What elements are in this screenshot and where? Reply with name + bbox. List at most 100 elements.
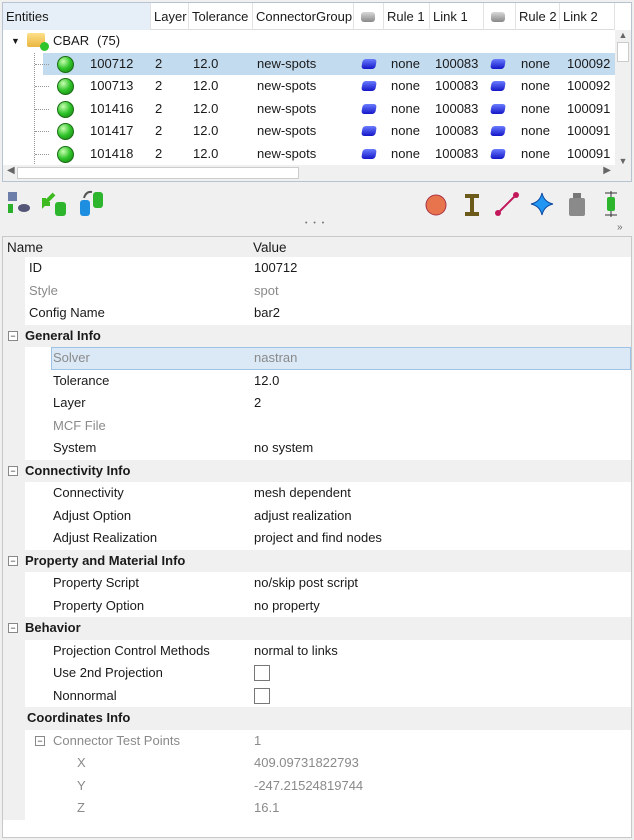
property-value: spot xyxy=(254,282,279,298)
sphere-icon[interactable] xyxy=(424,193,450,219)
category-property-and-material-info[interactable]: − Property and Material Info xyxy=(3,549,631,572)
property-row[interactable]: Projection Control Methods normal to link… xyxy=(3,639,631,663)
property-name: Adjust Realization xyxy=(53,530,158,545)
expand-chevron-icon[interactable]: » xyxy=(617,222,623,233)
star-icon[interactable] xyxy=(529,191,555,217)
blue-cube-icon xyxy=(361,58,377,69)
property-name: Tolerance xyxy=(53,372,110,388)
property-row[interactable]: Z 16.1 xyxy=(3,797,631,820)
property-row[interactable]: Solver nastran xyxy=(3,347,631,370)
status-ok-icon xyxy=(57,123,74,140)
column-header-rule-2[interactable]: Rule 2 xyxy=(516,3,560,30)
category-coordinates-info[interactable]: Coordinates Info xyxy=(3,707,631,730)
property-value[interactable]: no system xyxy=(254,437,313,460)
checkbox[interactable] xyxy=(254,687,270,704)
property-row[interactable]: − Connector Test Points 1 xyxy=(3,729,631,752)
property-row[interactable]: ID 100712 xyxy=(3,257,631,280)
column-header-tolerance[interactable]: Tolerance xyxy=(189,3,253,30)
row-gutter xyxy=(3,572,25,595)
column-header-link-1[interactable]: Link 1 xyxy=(430,3,484,30)
link-icon[interactable] xyxy=(494,191,520,217)
property-row[interactable]: Config Name bar2 xyxy=(3,302,631,325)
find-icon[interactable] xyxy=(6,190,32,216)
property-value[interactable]: 2 xyxy=(254,392,261,415)
tree-group-cbar[interactable]: ▼ CBAR (75) xyxy=(3,30,615,52)
status-dot-icon xyxy=(40,42,49,51)
import-icon[interactable] xyxy=(40,190,66,216)
horizontal-scrollbar[interactable]: ◀ ▶ xyxy=(3,165,631,181)
collapse-icon[interactable]: − xyxy=(35,735,45,746)
group-name: CBAR xyxy=(53,33,90,48)
property-row[interactable]: Layer 2 xyxy=(3,392,631,415)
property-row[interactable]: Nonnormal xyxy=(3,684,631,707)
collapse-icon[interactable]: − xyxy=(8,623,18,633)
checkbox[interactable] xyxy=(254,665,270,681)
table-row[interactable]: 101416 2 12.0 new-spots none 100083 none 100091 xyxy=(3,98,615,120)
property-value[interactable]: 100712 xyxy=(254,257,297,280)
property-value[interactable]: no/skip post script xyxy=(254,572,358,595)
column-header-link-2[interactable]: Link 2 xyxy=(560,3,615,30)
property-row[interactable]: Y -247.21524819744 xyxy=(3,774,631,797)
table-header: Entities Layer Tolerance ConnectorGroup Rule… xyxy=(3,3,615,30)
property-value[interactable]: bar2 xyxy=(254,302,280,325)
vertical-scrollbar[interactable]: ▲ ▼ xyxy=(615,30,631,166)
property-name: MCF File xyxy=(53,417,106,433)
property-row[interactable]: Style spot xyxy=(3,279,631,302)
status-ok-icon xyxy=(57,145,74,163)
splitter-handle[interactable]: • • • xyxy=(305,220,326,227)
cell-rule2: none xyxy=(521,100,550,116)
collapse-icon[interactable]: − xyxy=(8,330,18,341)
property-value[interactable]: mesh dependent xyxy=(254,482,351,505)
property-row[interactable]: System no system xyxy=(3,437,631,460)
property-value[interactable]: project and find nodes xyxy=(254,527,382,550)
row-gutter xyxy=(3,279,25,302)
row-gutter xyxy=(3,392,25,415)
property-row[interactable]: Use 2nd Projection xyxy=(3,662,631,685)
property-row[interactable]: Adjust Realization project and find nodes xyxy=(3,527,631,550)
property-row[interactable]: Tolerance 12.0 xyxy=(3,369,631,393)
blue-cube-icon xyxy=(361,103,377,114)
property-row[interactable]: Adjust Option adjust realization xyxy=(3,504,631,528)
column-header-layer[interactable]: Layer xyxy=(151,3,189,30)
connector-icon[interactable] xyxy=(598,189,624,217)
column-header-rule-1[interactable]: Rule 1 xyxy=(384,3,430,30)
collapse-arrow-icon[interactable]: ▼ xyxy=(11,30,20,52)
tree-connector xyxy=(35,153,49,155)
collapse-icon[interactable]: − xyxy=(8,555,18,566)
cell-tol: 12.0 xyxy=(193,55,219,71)
column-header-connectorgroup[interactable]: ConnectorGroup xyxy=(253,3,354,30)
collapse-icon[interactable]: − xyxy=(8,465,18,476)
property-value[interactable]: adjust realization xyxy=(254,505,352,528)
tree-connector xyxy=(35,108,49,110)
cell-id: 100713 xyxy=(90,78,134,93)
property-value[interactable]: normal to links xyxy=(254,640,338,663)
property-row[interactable]: X 409.09731822793 xyxy=(3,752,631,775)
property-row[interactable]: MCF File xyxy=(3,414,631,437)
blue-cube-icon xyxy=(361,126,377,136)
category-connectivity-info[interactable]: − Connectivity Info xyxy=(3,459,631,482)
row-gutter xyxy=(3,369,25,392)
blue-cube-icon xyxy=(490,103,506,114)
table-row[interactable]: 100712 2 12.0 new-spots none 100083 none 100092 xyxy=(3,52,615,75)
property-row[interactable]: Connectivity mesh dependent xyxy=(3,482,631,505)
export-icon[interactable] xyxy=(78,188,104,216)
table-row[interactable]: 100713 2 12.0 new-spots none 100083 none 100092 xyxy=(3,75,615,97)
cell-rule1: none xyxy=(391,123,420,138)
column-header-icon[interactable] xyxy=(484,3,516,30)
beam-icon[interactable] xyxy=(460,193,486,219)
table-row[interactable]: 101418 2 12.0 new-spots none 100083 none 100091 xyxy=(3,143,615,165)
category-general-info[interactable]: − General Info xyxy=(3,324,631,347)
column-header-entities[interactable]: Entities xyxy=(3,3,151,30)
property-value[interactable]: no property xyxy=(254,595,320,618)
cell-id: 101418 xyxy=(90,145,134,161)
column-header-icon[interactable] xyxy=(354,3,384,30)
property-name: Layer xyxy=(53,395,86,410)
property-value[interactable]: 12.0 xyxy=(254,370,279,393)
category-behavior[interactable]: − Behavior xyxy=(3,617,631,640)
cell-rule2: none xyxy=(521,145,550,161)
table-row[interactable]: 101417 2 12.0 new-spots none 100083 none 100091 xyxy=(3,120,615,142)
cell-link1: 100083 xyxy=(435,123,479,138)
property-row[interactable]: Property Option no property xyxy=(3,594,631,618)
property-row[interactable]: Property Script no/skip post script xyxy=(3,572,631,595)
weight-icon[interactable] xyxy=(564,191,590,217)
